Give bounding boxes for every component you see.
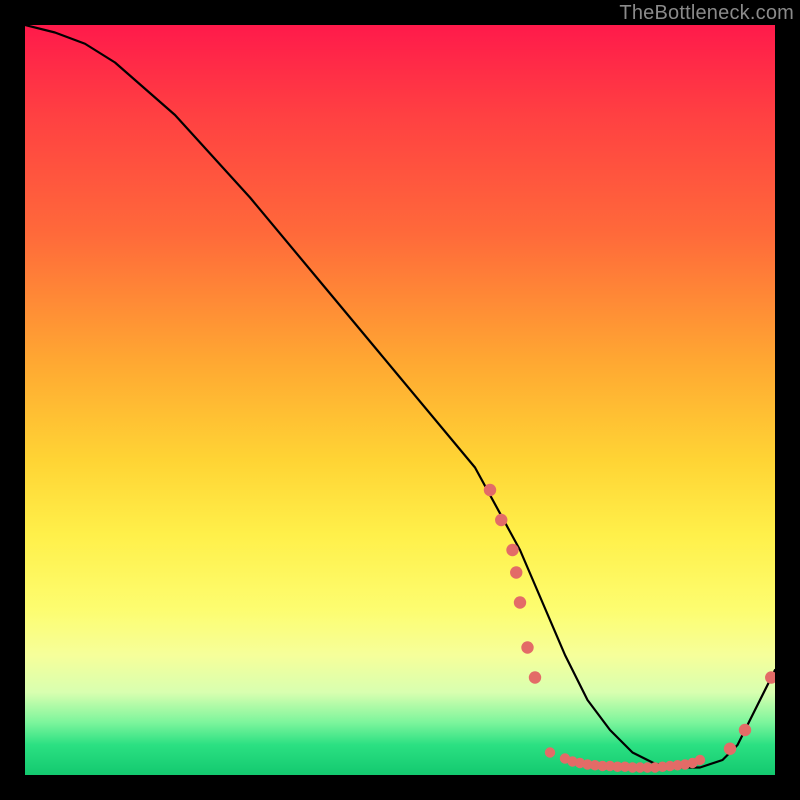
data-point (724, 743, 736, 755)
data-point (484, 484, 496, 496)
data-point (506, 544, 518, 556)
data-point (739, 724, 751, 736)
data-point (514, 596, 526, 608)
data-point (495, 514, 507, 526)
watermark-text: TheBottleneck.com (619, 2, 794, 25)
chart-svg (25, 25, 775, 775)
data-point (521, 641, 533, 653)
chart-scatter-points (484, 484, 775, 773)
chart-container: TheBottleneck.com (0, 0, 800, 800)
data-point (765, 671, 775, 683)
chart-curve (25, 25, 775, 768)
data-point (545, 747, 555, 757)
bottleneck-curve (25, 25, 775, 768)
data-point (529, 671, 541, 683)
data-point (510, 566, 522, 578)
plot-area (25, 25, 775, 775)
data-point (695, 755, 705, 765)
